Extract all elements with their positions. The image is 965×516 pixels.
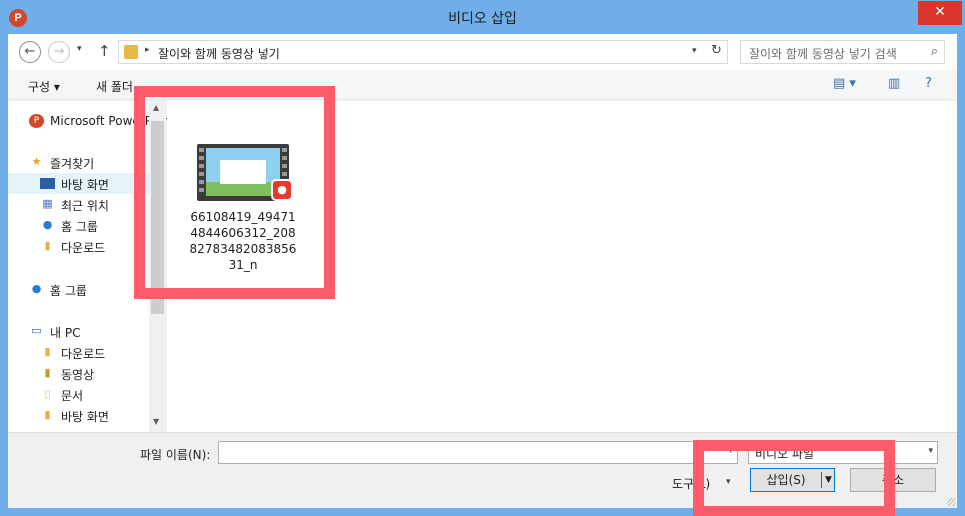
sidebar-item-label: 홈 그룹 — [50, 284, 87, 298]
back-button[interactable]: ← — [19, 41, 41, 63]
powerpoint-icon: P — [29, 114, 44, 128]
new-folder-button[interactable]: 새 폴더 — [96, 78, 133, 95]
sidebar-item-label: 홈 그룹 — [61, 220, 98, 234]
downloads-icon: ▮ — [44, 239, 51, 252]
sidebar-item-desktop-selected[interactable]: 바탕 화면 — [8, 173, 149, 194]
breadcrumb-current-folder[interactable]: 잘이와 함께 동영상 넣기 — [158, 45, 280, 62]
recent-places-icon: ▦ — [42, 197, 53, 210]
pc-icon: ▭ — [31, 324, 42, 337]
filename-input[interactable]: ▾ — [218, 441, 738, 464]
highlight-box-insert — [693, 440, 895, 516]
homegroup-icon: ● — [31, 282, 42, 295]
insert-video-dialog: P 비디오 삽입 ✕ ← → ▾ ↑ ▸ 잘이와 함께 동영상 넣기 ▾ ↻ 잘… — [0, 0, 965, 516]
change-view-icon[interactable]: ▤ ▾ — [833, 76, 856, 91]
sidebar-item-label: 다운로드 — [61, 241, 106, 255]
address-row: ← → ▾ ↑ ▸ 잘이와 함께 동영상 넣기 ▾ ↻ 잘이와 함께 동영상 넣… — [8, 34, 957, 70]
search-box[interactable]: 잘이와 함께 동영상 넣기 검색 ⌕ — [740, 40, 945, 64]
sidebar-item-label: 즐겨찾기 — [50, 157, 95, 171]
homegroup-icon: ● — [42, 218, 53, 231]
help-icon[interactable]: ? — [925, 76, 932, 91]
search-placeholder[interactable]: 잘이와 함께 동영상 넣기 검색 — [749, 45, 897, 62]
resize-grip[interactable] — [947, 498, 955, 506]
star-icon: ★ — [31, 155, 42, 168]
chevron-down-icon[interactable]: ▾ — [928, 446, 933, 456]
address-bar[interactable]: ▸ 잘이와 함께 동영상 넣기 ▾ ↻ — [118, 40, 728, 64]
sidebar-item-label: 최근 위치 — [61, 199, 109, 213]
forward-button[interactable]: → — [48, 41, 70, 63]
arrow-right-icon: → — [53, 44, 65, 59]
downloads-icon: ▮ — [44, 345, 51, 358]
sidebar-item-label: 바탕 화면 — [61, 178, 109, 192]
dialog-title: 비디오 삽입 — [448, 11, 517, 27]
desktop-icon — [40, 178, 55, 189]
organize-menu-button[interactable]: 구성 ▾ — [28, 78, 60, 95]
search-icon[interactable]: ⌕ — [931, 44, 938, 59]
address-history-dropdown[interactable]: ▾ — [692, 46, 697, 56]
close-icon: ✕ — [934, 4, 946, 20]
preview-pane-icon[interactable]: ▥ — [888, 76, 900, 91]
sidebar-item-label: 내 PC — [50, 326, 81, 340]
sidebar-item-label: 바탕 화면 — [61, 410, 109, 424]
sidebar-item-label: 동영상 — [61, 368, 95, 382]
filename-label: 파일 이름(N): — [140, 448, 211, 462]
title-bar[interactable]: P 비디오 삽입 ✕ — [0, 0, 965, 34]
folder-icon — [124, 45, 138, 59]
highlight-box-file — [134, 86, 335, 299]
documents-icon: ▯ — [44, 387, 51, 400]
close-button[interactable]: ✕ — [918, 1, 962, 25]
up-button[interactable]: ↑ — [98, 42, 111, 60]
breadcrumb-separator-icon[interactable]: ▸ — [145, 45, 150, 55]
arrow-left-icon: ← — [24, 44, 36, 59]
recent-locations-button[interactable]: ▾ — [77, 44, 82, 54]
sidebar-item-label: 다운로드 — [61, 347, 106, 361]
sidebar-item-label: 문서 — [61, 389, 84, 403]
chevron-down-icon: ▾ — [77, 44, 82, 54]
scroll-down-icon[interactable]: ▼ — [153, 417, 159, 426]
desktop-icon: ▮ — [44, 408, 51, 421]
videos-icon: ▮ — [44, 366, 51, 379]
refresh-icon[interactable]: ↻ — [711, 43, 722, 58]
arrow-up-icon: ↑ — [98, 42, 111, 60]
